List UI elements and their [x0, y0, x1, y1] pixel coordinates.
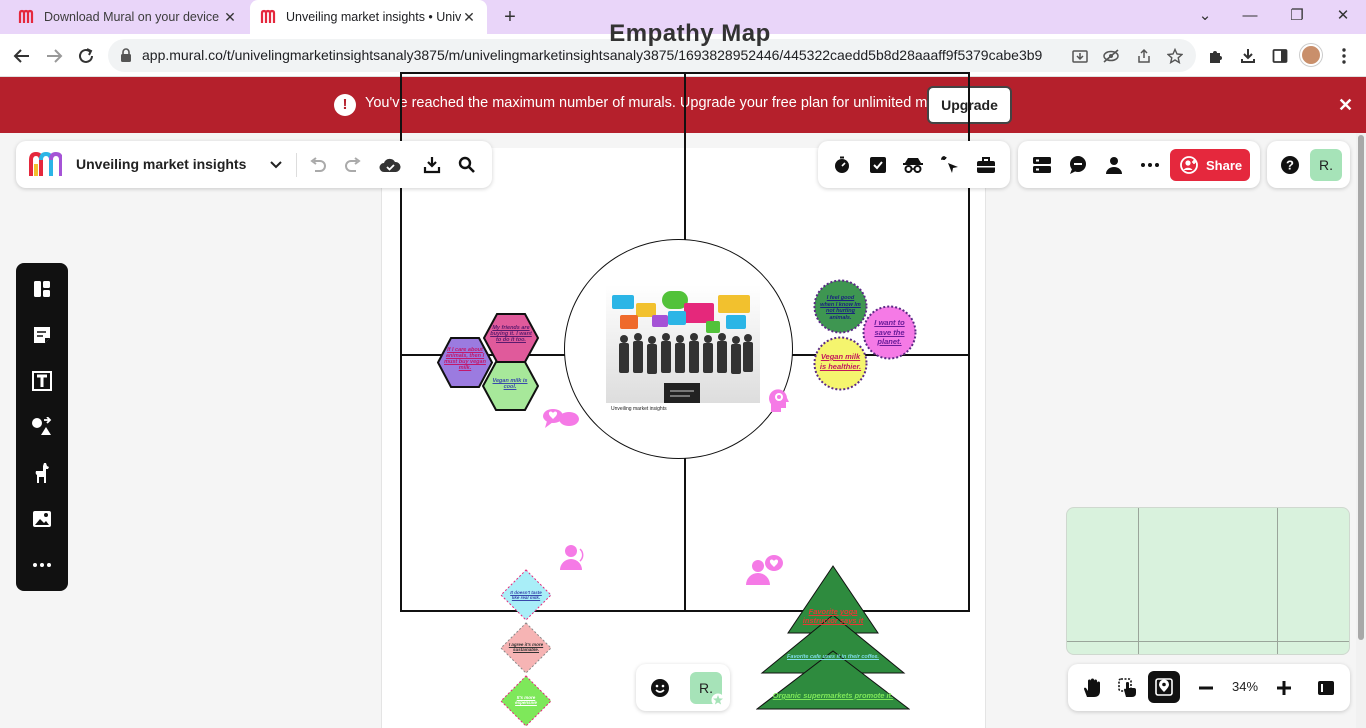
more-tools-dots-icon[interactable] [30, 553, 54, 577]
emoji-smile-icon[interactable] [647, 675, 673, 701]
mural-favicon-icon [260, 9, 276, 23]
comments-chat-icon[interactable] [1065, 152, 1091, 178]
share-button-label: Share [1206, 157, 1243, 173]
minimap[interactable] [1066, 507, 1350, 655]
diamond-sticky-1-text: It doesn't taste like real milk. [510, 590, 542, 600]
circle-sticky-3-text: Vegan milk is healthier. [819, 352, 862, 371]
zoom-in-plus-icon[interactable] [1271, 675, 1297, 701]
back-arrow-icon[interactable] [10, 44, 34, 68]
lock-icon [121, 48, 131, 62]
person-listening-icon[interactable] [558, 543, 588, 571]
side-panel-icon[interactable] [1268, 44, 1292, 68]
minimap-line [1277, 508, 1278, 654]
tracking-eye-off-icon[interactable] [1101, 46, 1121, 66]
user-avatar[interactable]: R. [1310, 149, 1342, 181]
outline-list-icon[interactable] [1029, 152, 1055, 178]
facilitator-star-icon [711, 693, 725, 707]
share-button[interactable]: Share [1170, 149, 1250, 181]
mural-name[interactable]: Unveiling market insights [76, 156, 246, 172]
mural-favicon-icon [18, 9, 34, 23]
tab-close-icon[interactable]: ✕ [222, 9, 238, 26]
mural-menu-chevron-icon[interactable] [263, 152, 289, 178]
toolkit-briefcase-icon[interactable] [973, 152, 999, 178]
browser-profile-avatar[interactable] [1300, 44, 1322, 66]
tab-download-mural[interactable]: Download Mural on your device ✕ [8, 0, 248, 34]
triangle-sticky-3-text: Organic supermarkets promote it. [772, 691, 894, 700]
scrollbar-thumb[interactable] [1358, 135, 1364, 640]
hexagon-sticky-2-text: If I care about animals, then I must buy… [444, 347, 486, 371]
reload-icon[interactable] [74, 44, 98, 68]
restore-icon[interactable]: ❐ [1285, 4, 1309, 28]
browser-menu-dots-icon[interactable] [1332, 44, 1356, 68]
sticky-note-icon[interactable] [30, 323, 54, 347]
hexagon-sticky-1-text: My friends are buying it. I want to do i… [490, 325, 532, 343]
map-view-toggle[interactable] [1148, 671, 1180, 703]
minimap-line [1138, 508, 1139, 654]
hand-pan-icon[interactable] [1079, 675, 1105, 701]
shapes-connectors-icon[interactable] [30, 415, 54, 439]
tab-close-icon[interactable]: ✕ [461, 9, 477, 26]
head-gears-icon[interactable] [767, 388, 791, 414]
new-tab-plus-icon[interactable]: + [500, 6, 520, 28]
timer-icon[interactable] [829, 152, 855, 178]
triangle-stack[interactable] [756, 565, 910, 710]
image-upload-icon[interactable] [30, 507, 54, 531]
tab-title: Unveiling market insights • Univ [286, 10, 461, 24]
zoom-out-minus-icon[interactable] [1193, 675, 1219, 701]
minimize-icon[interactable]: — [1238, 4, 1262, 28]
board-title: Empathy Map [609, 20, 771, 47]
collaborators-person-icon[interactable] [1101, 152, 1127, 178]
triangle-sticky-2-text: Favorite cafe uses it in their coffee. [787, 654, 879, 660]
banner-close-icon[interactable]: ✕ [1338, 95, 1353, 116]
downloads-icon[interactable] [1236, 44, 1260, 68]
circle-sticky-1-text: I feel good when I know Im not hurting a… [820, 295, 861, 320]
share-page-icon[interactable] [1134, 46, 1154, 66]
cloud-saved-icon[interactable] [377, 152, 403, 178]
tab-title: Download Mural on your device [44, 10, 220, 24]
private-mode-spy-icon[interactable] [900, 152, 926, 178]
person-heart-bubble-icon[interactable] [744, 553, 784, 585]
icons-llama-icon[interactable] [30, 461, 54, 485]
touch-select-icon[interactable] [1115, 675, 1141, 701]
extensions-puzzle-icon[interactable] [1204, 44, 1228, 68]
templates-layout-icon[interactable] [30, 277, 54, 301]
triangle-sticky-1-text: Favorite yoga instructor says it [802, 607, 864, 625]
alert-exclamation-icon: ! [334, 94, 356, 116]
summon-cursor-icon[interactable] [937, 152, 963, 178]
diamond-sticky-3-text: It's more expensive [515, 695, 537, 705]
canvas-scrollbar[interactable] [1356, 133, 1366, 728]
close-window-icon[interactable]: ✕ [1331, 4, 1355, 28]
more-options-dots-icon[interactable] [1137, 152, 1163, 178]
redo-icon[interactable] [340, 152, 366, 178]
search-icon[interactable] [454, 152, 480, 178]
tab-search-chevron-icon[interactable]: ⌄ [1193, 4, 1217, 28]
zoom-level[interactable]: 34% [1226, 679, 1264, 694]
header-divider [296, 153, 297, 177]
voting-check-icon[interactable] [865, 152, 891, 178]
url-text: app.mural.co/t/univelingmarketinsightsan… [142, 47, 1042, 63]
center-people-speech-bubbles-image[interactable] [606, 285, 760, 403]
bookmark-star-icon[interactable] [1165, 46, 1185, 66]
hexagon-sticky-3-text: Vegan milk is cool. [492, 378, 528, 390]
forward-arrow-icon[interactable] [42, 44, 66, 68]
minimap-line [1067, 641, 1349, 642]
chat-bubbles-heart-icon[interactable] [541, 406, 581, 430]
install-app-icon[interactable] [1070, 46, 1090, 66]
export-download-icon[interactable] [419, 152, 445, 178]
svg-text:?: ? [1286, 158, 1294, 173]
minimap-toggle-icon[interactable] [1313, 675, 1339, 701]
mural-logo-icon[interactable] [28, 152, 62, 178]
text-tool-icon[interactable] [30, 369, 54, 393]
tab-unveiling-market-insights[interactable]: Unveiling market insights • Univ ✕ [250, 0, 487, 34]
center-image-caption: Unveiling market insights [611, 406, 667, 412]
map-pin-icon [1155, 678, 1173, 696]
add-person-icon [1180, 156, 1198, 174]
diamond-sticky-2-text: I agree it's more sustainable. [508, 642, 544, 652]
help-question-icon[interactable]: ? [1277, 152, 1303, 178]
undo-icon[interactable] [305, 152, 331, 178]
circle-sticky-2-text: I want to save the planet. [874, 318, 905, 346]
